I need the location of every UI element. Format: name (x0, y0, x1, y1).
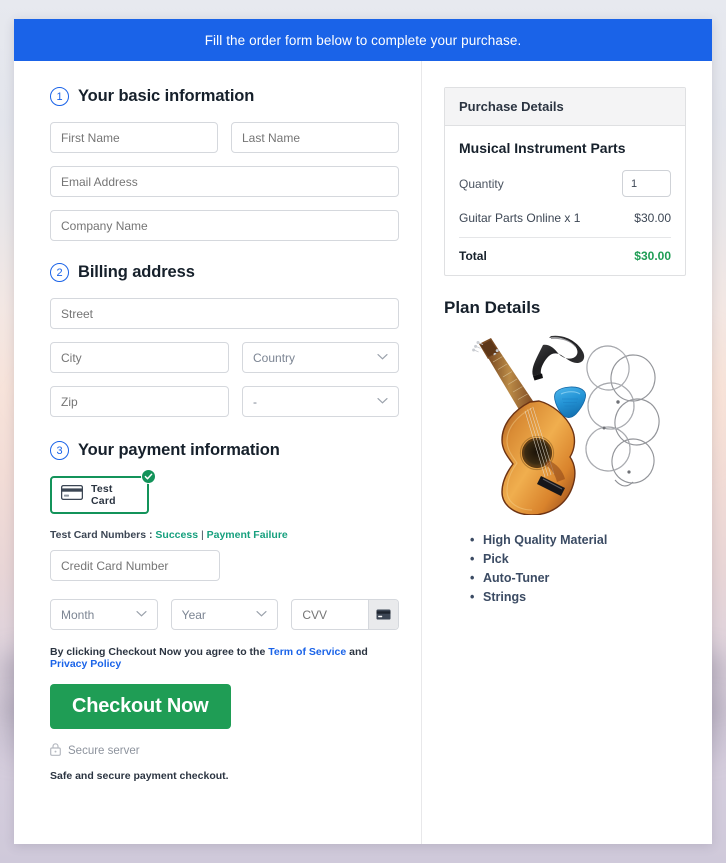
terms-of-service-link[interactable]: Term of Service (268, 646, 346, 658)
terms-agreement-text: By clicking Checkout Now you agree to th… (50, 646, 399, 670)
summary-column: Purchase Details Musical Instrument Part… (422, 61, 712, 844)
list-item: High Quality Material (470, 533, 686, 547)
test-card-option[interactable]: Test Card (50, 476, 149, 514)
email-input[interactable] (50, 166, 399, 197)
credit-card-icon (60, 484, 84, 505)
total-row: Total $30.00 (459, 238, 671, 263)
plan-feature-list: High Quality Material Pick Auto-Tuner St… (470, 533, 686, 604)
step-basic-information: 1 Your basic information (50, 87, 399, 106)
state-select-value: - (242, 386, 399, 417)
step-number-3: 3 (50, 441, 69, 460)
purchase-details-body: Musical Instrument Parts Quantity Guitar… (445, 126, 685, 275)
list-item: Pick (470, 552, 686, 566)
step-number-1: 1 (50, 87, 69, 106)
year-select[interactable]: Year (170, 599, 279, 630)
city-country-row: Country (50, 342, 399, 373)
banner-text: Fill the order form below to complete yo… (204, 32, 522, 48)
quantity-row: Quantity (459, 170, 671, 197)
form-column: 1 Your basic information 2 Billing addre… (14, 61, 422, 844)
country-select-value: Country (242, 342, 399, 373)
card-body: 1 Your basic information 2 Billing addre… (14, 61, 712, 844)
street-input[interactable] (50, 298, 399, 329)
test-card-numbers-label: Test Card Numbers : (50, 529, 153, 541)
step-payment-information: 3 Your payment information (50, 441, 399, 460)
top-banner: Fill the order form below to complete yo… (14, 19, 712, 61)
step-title-basic: Your basic information (78, 87, 255, 105)
checkout-card: Fill the order form below to complete yo… (14, 19, 712, 844)
product-title: Musical Instrument Parts (459, 140, 626, 156)
line-item-amount: $30.00 (634, 211, 671, 225)
list-item: Auto-Tuner (470, 571, 686, 585)
line-item-label: Guitar Parts Online x 1 (459, 211, 581, 225)
purchase-details-box: Purchase Details Musical Instrument Part… (444, 87, 686, 276)
list-item: Strings (470, 590, 686, 604)
email-row (50, 166, 399, 197)
step-billing-address: 2 Billing address (50, 263, 399, 282)
lock-icon (50, 743, 61, 759)
checkout-now-button[interactable]: Checkout Now (50, 684, 231, 729)
terms-conjunction: and (349, 646, 368, 658)
month-select[interactable]: Month (50, 599, 158, 630)
link-separator: | (200, 529, 204, 541)
credit-card-number-input[interactable] (50, 550, 220, 581)
check-circle-icon (141, 469, 156, 484)
cvv-input[interactable] (292, 600, 369, 629)
total-amount: $30.00 (634, 249, 671, 263)
quantity-label: Quantity (459, 176, 504, 191)
name-row (50, 122, 399, 153)
step-title-payment: Your payment information (78, 441, 280, 459)
line-item-row: Guitar Parts Online x 1 $30.00 (459, 211, 671, 238)
company-row (50, 210, 399, 241)
zip-state-row: - (50, 386, 399, 417)
card-number-row (50, 550, 399, 581)
state-select[interactable]: - (242, 386, 399, 417)
success-test-card-link[interactable]: Success (155, 529, 198, 541)
total-label: Total (459, 249, 487, 263)
city-input[interactable] (50, 342, 229, 373)
test-card-numbers-row: Test Card Numbers : Success | Payment Fa… (50, 529, 399, 541)
secure-server-label: Secure server (68, 745, 140, 757)
street-row (50, 298, 399, 329)
safe-checkout-note: Safe and secure payment checkout. (50, 770, 229, 782)
purchase-details-header: Purchase Details (445, 88, 685, 126)
zip-input[interactable] (50, 386, 229, 417)
step-number-2: 2 (50, 263, 69, 282)
acoustic-guitar-parts-image (472, 335, 660, 515)
last-name-input[interactable] (231, 122, 399, 153)
expiry-cvv-row: Month Year (50, 599, 400, 630)
test-card-option-wrap: Test Card (50, 469, 156, 514)
year-select-value: Year (170, 599, 279, 630)
plan-details-title: Plan Details (444, 298, 541, 317)
quantity-input[interactable] (622, 170, 671, 197)
first-name-input[interactable] (50, 122, 218, 153)
cvv-field-group (291, 599, 400, 630)
secure-server-row: Secure server (50, 743, 399, 759)
step-title-billing: Billing address (78, 263, 195, 281)
month-select-value: Month (50, 599, 158, 630)
country-select[interactable]: Country (242, 342, 399, 373)
privacy-policy-link[interactable]: Privacy Policy (50, 658, 121, 670)
terms-prefix: By clicking Checkout Now you agree to th… (50, 646, 266, 658)
test-card-label: Test Card (91, 483, 116, 507)
payment-failure-test-card-link[interactable]: Payment Failure (207, 529, 288, 541)
company-name-input[interactable] (50, 210, 399, 241)
cvv-help-card-icon[interactable] (368, 600, 399, 629)
